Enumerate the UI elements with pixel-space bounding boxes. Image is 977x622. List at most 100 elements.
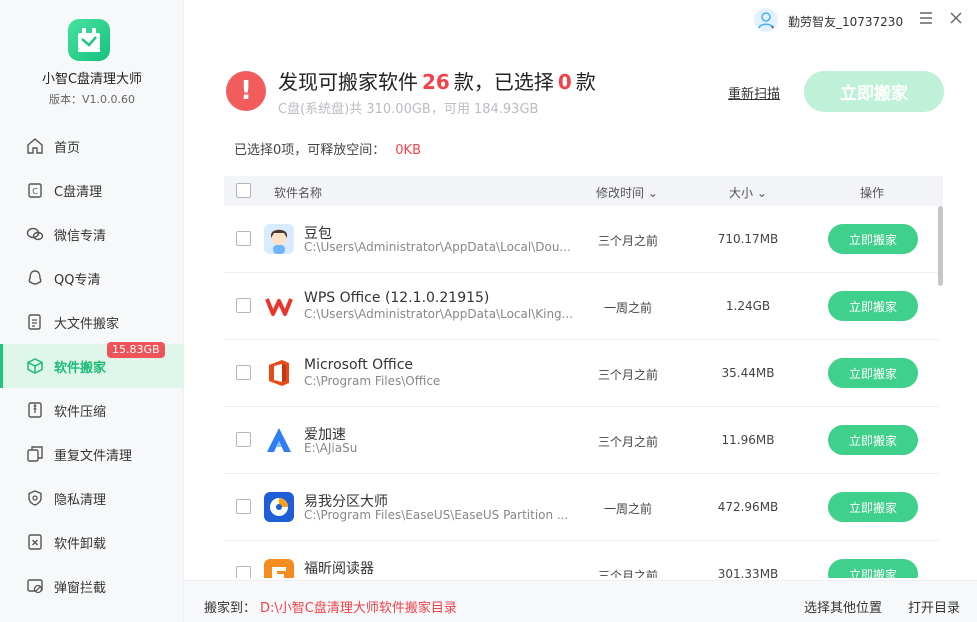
sidebar-item-privacy[interactable]: 隐私清理 — [0, 476, 184, 520]
app-path: E:\AJiaSu — [304, 441, 358, 455]
app-path: C:\Program Files\EaseUS\EaseUS Partition… — [304, 508, 569, 522]
duplicate-icon — [25, 444, 45, 464]
sidebar-item-duplicate[interactable]: 重复文件清理 — [0, 432, 184, 476]
selected-count: 0 — [557, 70, 572, 94]
table-row: 易我分区大师 C:\Program Files\EaseUS\EaseUS Pa… — [224, 474, 939, 541]
office-icon — [264, 358, 294, 388]
app-size: 472.96MB — [717, 500, 779, 514]
sidebar-item-popup[interactable]: 弹窗拦截 — [0, 564, 184, 608]
app-name: Microsoft Office — [304, 357, 414, 373]
table-row: Microsoft Office C:\Program Files\Office… — [224, 340, 939, 407]
selection-info-label: 已选择0项，可释放空间： — [234, 143, 386, 158]
row-checkbox[interactable] — [236, 365, 251, 380]
modified-time: 一周之前 — [603, 502, 652, 516]
found-mid: 款，已选择 — [453, 70, 554, 94]
sidebar-item-qq[interactable]: QQ专清 — [0, 256, 184, 300]
avatar[interactable] — [754, 8, 778, 32]
move-button[interactable]: 立即搬家 — [828, 559, 918, 578]
wps-icon — [264, 291, 294, 321]
app-path: C:\Users\Administrator\AppData\Local\Dou… — [304, 240, 571, 254]
sidebar-item-label: QQ专清 — [54, 272, 101, 288]
move-all-button[interactable]: 立即搬家 — [804, 71, 944, 112]
close-icon[interactable] — [947, 9, 965, 27]
user-name[interactable]: 勤劳智友_10737230 — [788, 13, 903, 30]
uninstall-icon — [25, 532, 45, 552]
column-size[interactable]: 大小 ⌄ — [729, 184, 767, 201]
sidebar-item-compress[interactable]: 软件压缩 — [0, 388, 184, 432]
app-size: 11.96MB — [721, 433, 775, 447]
app-name: WPS Office (12.1.0.21915) — [304, 290, 490, 306]
sidebar-item-label: 微信专清 — [54, 228, 107, 244]
sidebar-item-label: C盘清理 — [54, 184, 103, 200]
column-time[interactable]: 修改时间 ⌄ — [596, 184, 658, 201]
sidebar-item-bigfile[interactable]: 大文件搬家 — [0, 300, 184, 344]
user-icon — [758, 12, 774, 29]
sidebar-item-label: 弹窗拦截 — [54, 580, 107, 596]
home-icon — [25, 136, 45, 156]
app-path: C:\Users\Administrator\AppData\Local\Kin… — [304, 307, 572, 321]
easeus-icon — [264, 492, 294, 522]
table-row: 豆包 C:\Users\Administrator\AppData\Local\… — [224, 206, 939, 273]
sidebar-item-software-move[interactable]: 软件搬家 15.83GB — [0, 342, 184, 388]
sidebar-item-wechat[interactable]: 微信专清 — [0, 212, 184, 256]
app-size: 710.17MB — [717, 232, 779, 246]
app-path: C:\Program Files\Office — [304, 374, 441, 388]
selection-info: 已选择0项，可释放空间： 0KB — [234, 139, 421, 158]
move-button[interactable]: 立即搬家 — [828, 425, 918, 455]
file-move-icon — [25, 312, 45, 332]
destination-path: D:\小智C盘清理大师软件搬家目录 — [260, 601, 457, 616]
selection-size: 0KB — [395, 143, 421, 158]
column-name: 软件名称 — [274, 186, 323, 200]
move-button[interactable]: 立即搬家 — [828, 224, 918, 254]
qq-icon — [25, 268, 45, 288]
chevron-down-icon: ⌄ — [647, 186, 658, 200]
list-scrollbar[interactable] — [938, 206, 943, 286]
row-checkbox[interactable] — [236, 432, 251, 447]
open-folder-link[interactable]: 打开目录 — [908, 597, 960, 616]
app-size: 35.44MB — [721, 366, 775, 380]
app-size: 1.24GB — [725, 299, 771, 313]
row-checkbox[interactable] — [236, 298, 251, 313]
move-button[interactable]: 立即搬家 — [828, 358, 918, 388]
sidebar-item-label: 重复文件清理 — [54, 448, 133, 464]
app-name: 福昕阅读器 — [304, 561, 374, 577]
move-button[interactable]: 立即搬家 — [828, 291, 918, 321]
sidebar-item-c-clean[interactable]: C C盘清理 — [0, 168, 184, 212]
move-button[interactable]: 立即搬家 — [828, 492, 918, 522]
chevron-down-icon: ⌄ — [756, 186, 767, 200]
wechat-icon — [25, 224, 45, 244]
choose-location-link[interactable]: 选择其他位置 — [804, 597, 882, 616]
modified-time: 三个月之前 — [597, 368, 658, 382]
foxit-icon — [264, 559, 294, 578]
destination-label: 搬家到： — [204, 601, 257, 616]
menu-icon[interactable] — [917, 9, 935, 27]
modified-time: 三个月之前 — [597, 569, 658, 578]
found-count: 26 — [422, 70, 450, 94]
table-header: 软件名称 修改时间 ⌄ 大小 ⌄ 操作 — [224, 176, 943, 206]
sidebar-item-label: 软件压缩 — [54, 404, 107, 420]
column-action: 操作 — [860, 186, 885, 200]
page-title: 发现可搬家软件 26 款，已选择 0 款 — [278, 66, 596, 95]
modified-time: 三个月之前 — [597, 234, 658, 248]
row-checkbox[interactable] — [236, 566, 251, 578]
modified-time: 三个月之前 — [597, 435, 658, 449]
row-checkbox[interactable] — [236, 499, 251, 514]
modified-time: 一周之前 — [603, 301, 652, 315]
sidebar: 小智C盘清理大师 版本：V1.0.0.60 首页 C C盘清理 微信专清 QQ专… — [0, 0, 184, 622]
box-icon — [25, 356, 45, 376]
table-row: WPS Office (12.1.0.21915) C:\Users\Admin… — [224, 273, 939, 340]
app-size: 301.33MB — [717, 567, 779, 578]
select-all-checkbox[interactable] — [236, 183, 251, 198]
sidebar-item-label: 隐私清理 — [54, 492, 107, 508]
table-row: 福昕阅读器 三个月之前 301.33MB 立即搬家 — [224, 541, 939, 578]
c-drive-icon: C — [25, 180, 45, 200]
row-checkbox[interactable] — [236, 231, 251, 246]
warning-icon: ! — [226, 71, 266, 111]
compress-icon — [25, 400, 45, 420]
shield-icon — [25, 488, 45, 508]
table-row: 爱加速 E:\AJiaSu 三个月之前 11.96MB 立即搬家 — [224, 407, 939, 474]
sidebar-item-uninstall[interactable]: 软件卸载 — [0, 520, 184, 564]
rescan-link[interactable]: 重新扫描 — [728, 83, 780, 102]
sidebar-item-home[interactable]: 首页 — [0, 124, 184, 168]
app-name: 小智C盘清理大师 — [41, 72, 143, 87]
